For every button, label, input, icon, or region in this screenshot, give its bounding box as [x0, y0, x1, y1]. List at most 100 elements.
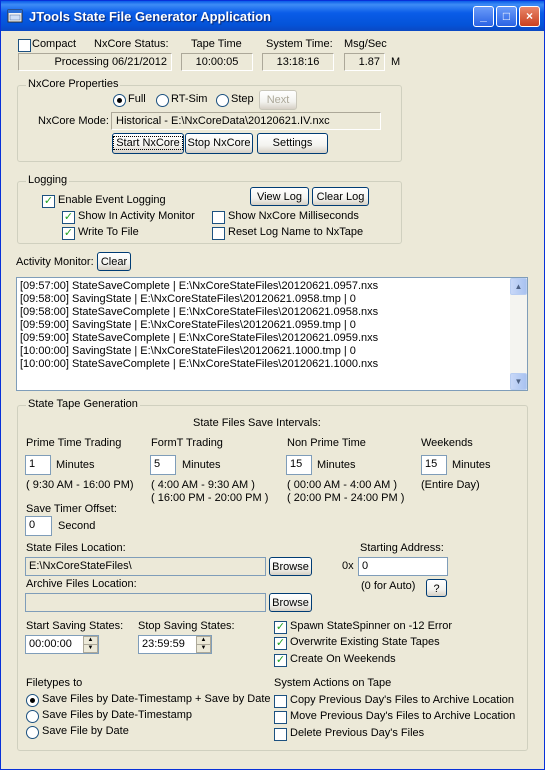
app-icon — [7, 9, 23, 23]
spawn-spinner-checkbox[interactable]: ✓ — [274, 621, 287, 634]
overwrite-checkbox[interactable]: ✓ — [274, 637, 287, 650]
title-bar[interactable]: JTools State File Generator Application … — [1, 1, 544, 31]
state-location-input[interactable]: E:\NxCoreStateFiles\ — [25, 557, 266, 576]
prime-time-unit: Minutes — [56, 459, 95, 471]
system-time-value: 13:18:16 — [262, 53, 334, 71]
mode-full-radio[interactable] — [113, 94, 126, 107]
tape-time-label: Tape Time — [191, 38, 242, 50]
next-button[interactable]: Next — [259, 90, 297, 110]
mode-full-label: Full — [128, 93, 146, 105]
settings-button[interactable]: Settings — [257, 133, 328, 154]
show-ms-checkbox[interactable] — [212, 211, 225, 224]
help-button[interactable]: ? — [426, 579, 447, 597]
delete-files-label: Delete Previous Day's Files — [290, 727, 425, 739]
compact-checkbox[interactable] — [18, 39, 31, 52]
view-log-button[interactable]: View Log — [250, 187, 309, 206]
move-files-label: Move Previous Day's Files to Archive Loc… — [290, 710, 516, 722]
filetype-label-1: Save Files by Date-Timestamp — [42, 709, 192, 721]
filetype-radio-1[interactable] — [26, 710, 39, 723]
move-files-checkbox[interactable] — [274, 711, 287, 724]
write-file-checkbox[interactable]: ✓ — [62, 227, 75, 240]
intervals-title: State Files Save Intervals: — [193, 417, 321, 429]
reset-log-label: Reset Log Name to NxTape — [228, 226, 364, 238]
archive-location-label: Archive Files Location: — [26, 578, 137, 590]
activity-log[interactable]: [09:57:00] StateSaveComplete | E:\NxCore… — [16, 277, 528, 391]
copy-files-label: Copy Previous Day's Files to Archive Loc… — [290, 694, 515, 706]
create-weekends-label: Create On Weekends — [290, 653, 396, 665]
nxcore-properties-legend: NxCore Properties — [26, 78, 121, 90]
log-line: [09:57:00] StateSaveComplete | E:\NxCore… — [20, 280, 379, 292]
filetypes-label: Filetypes to — [26, 677, 83, 689]
tape-time-value: 10:00:05 — [181, 53, 253, 71]
timer-offset-input[interactable]: 0 — [25, 516, 52, 536]
system-actions-label: System Actions on Tape — [274, 677, 392, 689]
filetype-radio-0[interactable] — [26, 694, 39, 707]
show-activity-checkbox[interactable]: ✓ — [62, 211, 75, 224]
archive-location-browse-button[interactable]: Browse — [269, 593, 312, 612]
activity-log-lines: [09:57:00] StateSaveComplete | E:\NxCore… — [17, 278, 527, 371]
copy-files-checkbox[interactable] — [274, 695, 287, 708]
delete-files-checkbox[interactable] — [274, 728, 287, 741]
minimize-button[interactable]: _ — [473, 6, 494, 27]
starting-address-input[interactable]: 0 — [358, 557, 448, 576]
scroll-down-icon[interactable]: ▼ — [510, 373, 527, 390]
nxcore-status-value: Processing 06/21/2012 — [18, 53, 172, 71]
stop-saving-input[interactable]: 23:59:59 ▲ ▼ — [138, 635, 212, 654]
weekends-unit: Minutes — [452, 459, 491, 471]
weekends-input[interactable]: 15 — [421, 455, 447, 475]
mode-rtsim-radio[interactable] — [156, 94, 169, 107]
reset-log-checkbox[interactable] — [212, 227, 225, 240]
state-location-browse-button[interactable]: Browse — [269, 557, 312, 576]
create-weekends-checkbox[interactable]: ✓ — [274, 654, 287, 667]
msg-sec-label: Msg/Sec — [344, 38, 387, 50]
log-line: [09:59:00] StateSaveComplete | E:\NxCore… — [20, 332, 379, 344]
spawn-spinner-label: Spawn StateSpinner on -12 Error — [290, 620, 453, 632]
overwrite-label: Overwrite Existing State Tapes — [290, 636, 440, 648]
log-line: [10:00:00] StateSaveComplete | E:\NxCore… — [20, 358, 379, 370]
nxcore-status-label: NxCore Status: — [94, 38, 169, 50]
nonprime-unit: Minutes — [317, 459, 356, 471]
clear-log-button[interactable]: Clear Log — [312, 187, 369, 206]
close-button[interactable]: × — [519, 6, 540, 27]
write-file-label: Write To File — [78, 226, 139, 238]
log-line: [09:58:00] SavingState | E:\NxCoreStateF… — [20, 293, 356, 305]
timer-offset-unit: Second — [58, 520, 96, 532]
filetype-label-0: Save Files by Date-Timestamp + Save by D… — [42, 693, 271, 705]
app-window: JTools State File Generator Application … — [0, 0, 545, 770]
msg-sec-value: 1.87 — [344, 53, 385, 71]
prime-time-input[interactable]: 1 — [25, 455, 51, 475]
activity-scrollbar[interactable]: ▲ ▼ — [510, 278, 527, 390]
filetype-radio-2[interactable] — [26, 726, 39, 739]
nonprime-label: Non Prime Time — [287, 437, 366, 449]
activity-clear-button[interactable]: Clear — [97, 252, 131, 271]
msg-sec-unit: M — [391, 56, 401, 68]
log-line: [09:59:00] SavingState | E:\NxCoreStateF… — [20, 319, 356, 331]
state-location-label: State Files Location: — [26, 542, 126, 554]
start-saving-label: Start Saving States: — [26, 620, 124, 632]
start-nxcore-button[interactable]: Start NxCore — [112, 133, 184, 154]
nxcore-mode-value: Historical - E:\NxCoreData\20120621.IV.n… — [111, 112, 381, 130]
starting-address-hint: (0 for Auto) — [361, 580, 416, 592]
nxcore-mode-label: NxCore Mode: — [38, 115, 109, 127]
filetype-label-2: Save File by Date — [42, 725, 129, 737]
nonprime-input[interactable]: 15 — [286, 455, 312, 475]
state-tape-legend: State Tape Generation — [26, 398, 140, 410]
start-saving-input[interactable]: 00:00:00 ▲ ▼ — [25, 635, 99, 654]
system-time-label: System Time: — [266, 38, 333, 50]
prime-time-range: ( 9:30 AM - 16:00 PM) — [26, 479, 134, 491]
formt-input[interactable]: 5 — [150, 455, 176, 475]
archive-location-input[interactable] — [25, 593, 266, 612]
show-ms-label: Show NxCore Milliseconds — [228, 210, 359, 222]
spin-down-icon[interactable]: ▼ — [83, 644, 98, 653]
spin-down-icon[interactable]: ▼ — [196, 644, 211, 653]
activity-monitor-label: Activity Monitor: — [16, 256, 94, 268]
maximize-button[interactable]: □ — [496, 6, 517, 27]
logging-legend: Logging — [26, 174, 70, 186]
prime-time-label: Prime Time Trading — [26, 437, 122, 449]
scroll-up-icon[interactable]: ▲ — [510, 278, 527, 295]
nonprime-range-2: ( 20:00 PM - 24:00 PM ) — [287, 492, 405, 504]
mode-step-radio[interactable] — [216, 94, 229, 107]
enable-logging-checkbox[interactable]: ✓ — [42, 195, 55, 208]
stop-nxcore-button[interactable]: Stop NxCore — [185, 133, 253, 154]
log-line: [10:00:00] SavingState | E:\NxCoreStateF… — [20, 345, 356, 357]
